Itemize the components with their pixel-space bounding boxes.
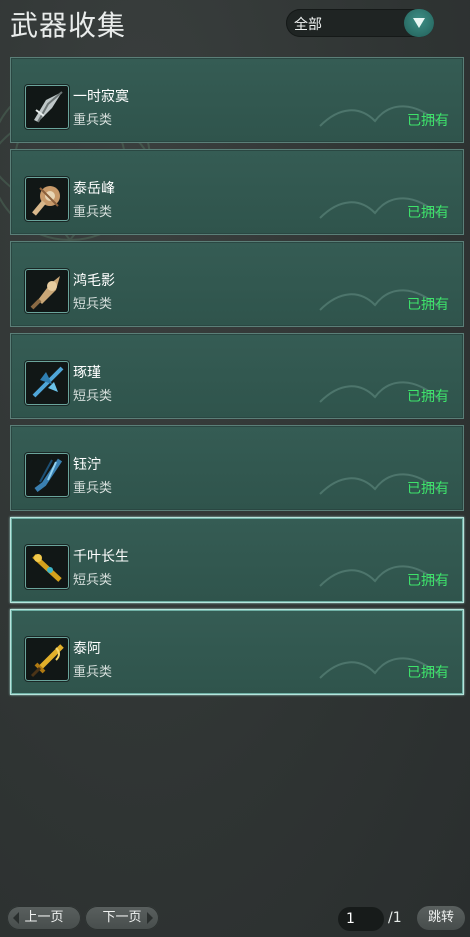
weapon-name: 鸿毛影: [73, 273, 115, 289]
owned-status: 已拥有: [407, 389, 449, 405]
page-title: 武器收集: [10, 9, 127, 42]
weapon-thumbnail: [25, 269, 69, 313]
chevron-left-icon: [13, 912, 19, 924]
weapon-card[interactable]: 千叶长生 短兵类 已拥有: [10, 517, 464, 603]
jump-button[interactable]: 跳转: [417, 906, 465, 930]
spear-tip-icon: [34, 91, 63, 123]
golden-sword-icon: [30, 644, 64, 678]
filter-selected-label: 全部: [294, 17, 322, 33]
weapon-name: 泰阿: [73, 641, 101, 657]
weapon-type: 重兵类: [73, 481, 113, 496]
weapon-card[interactable]: 钰泞 重兵类 已拥有: [10, 425, 464, 511]
weapon-card[interactable]: 一时寂寞 重兵类 已拥有: [10, 57, 464, 143]
owned-status: 已拥有: [407, 205, 449, 221]
weapon-thumbnail: [25, 85, 69, 129]
next-page-button[interactable]: 下一页: [85, 906, 159, 930]
blue-blade-icon: [32, 366, 64, 398]
weapon-type: 重兵类: [73, 113, 113, 128]
weapon-type: 短兵类: [73, 297, 113, 312]
weapon-list: 一时寂寞 重兵类 已拥有 泰岳峰 重兵类 已拥有 鸿毛影 短兵类 已拥有 琢瑾 …: [10, 57, 464, 701]
weapon-thumbnail: [25, 361, 69, 405]
dropdown-toggle-button[interactable]: [404, 9, 434, 37]
page-number-input[interactable]: 1: [338, 907, 384, 931]
weapon-thumbnail: [25, 545, 69, 589]
category-filter-dropdown[interactable]: 全部: [286, 9, 434, 37]
weapon-card[interactable]: 泰岳峰 重兵类 已拥有: [10, 149, 464, 235]
weapon-name: 泰岳峰: [73, 181, 115, 197]
owned-status: 已拥有: [407, 297, 449, 313]
weapon-type: 重兵类: [73, 665, 113, 680]
weapon-name: 钰泞: [73, 457, 101, 473]
weapon-type: 短兵类: [73, 573, 113, 588]
weapon-card[interactable]: 琢瑾 短兵类 已拥有: [10, 333, 464, 419]
total-pages-label: /1: [388, 910, 402, 926]
owned-status: 已拥有: [407, 573, 449, 589]
weapon-name: 一时寂寞: [73, 89, 129, 105]
weapon-type: 重兵类: [73, 205, 113, 220]
previous-page-label: 上一页: [24, 910, 64, 925]
weapon-name: 琢瑾: [73, 365, 101, 381]
weapon-thumbnail: [25, 177, 69, 221]
next-page-label: 下一页: [102, 910, 142, 925]
crystal-blade-icon: [34, 458, 63, 492]
weapon-thumbnail: [25, 637, 69, 681]
weapon-name: 千叶长生: [73, 549, 129, 565]
previous-page-button[interactable]: 上一页: [7, 906, 81, 930]
weapon-type: 短兵类: [73, 389, 113, 404]
weapon-card[interactable]: 鸿毛影 短兵类 已拥有: [10, 241, 464, 327]
ornate-dagger-icon: [30, 276, 60, 310]
chevron-down-icon: [413, 18, 425, 28]
owned-status: 已拥有: [407, 481, 449, 497]
owned-status: 已拥有: [407, 665, 449, 681]
mace-head-icon: [32, 186, 60, 216]
golden-staff-icon: [32, 554, 62, 582]
weapon-thumbnail: [25, 453, 69, 497]
chevron-right-icon: [147, 912, 153, 924]
weapon-card[interactable]: 泰阿 重兵类 已拥有: [10, 609, 464, 695]
owned-status: 已拥有: [407, 113, 449, 129]
